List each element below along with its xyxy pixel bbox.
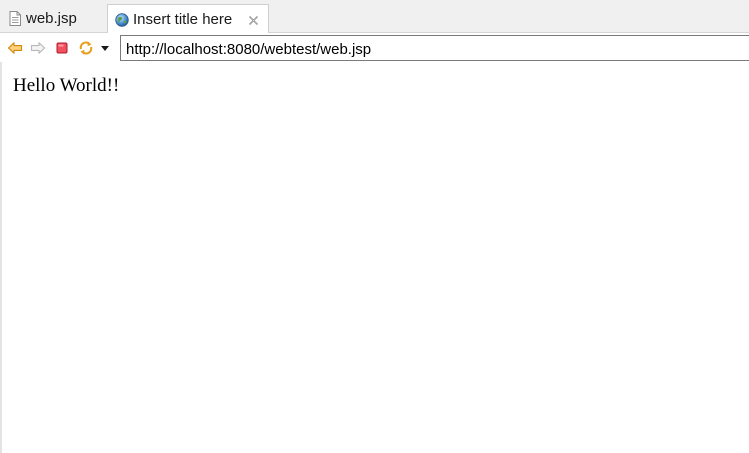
page-body-text: Hello World!! bbox=[13, 75, 120, 96]
tab-web-jsp[interactable]: web.jsp bbox=[0, 4, 107, 33]
globe-icon bbox=[115, 12, 129, 27]
tab-label: web.jsp bbox=[26, 10, 77, 27]
forward-arrow-icon[interactable] bbox=[30, 40, 46, 56]
stop-icon[interactable] bbox=[54, 40, 70, 56]
refresh-icon[interactable] bbox=[78, 40, 94, 56]
tab-insert-title-here[interactable]: Insert title here bbox=[107, 4, 269, 34]
file-icon bbox=[9, 11, 21, 26]
back-arrow-icon[interactable] bbox=[7, 40, 23, 56]
close-icon[interactable] bbox=[248, 13, 259, 25]
tab-bar: web.jsp Insert title here bbox=[0, 0, 749, 34]
tab-label: Insert title here bbox=[133, 11, 233, 28]
page-content: Hello World!! bbox=[0, 62, 749, 453]
url-input[interactable] bbox=[120, 35, 749, 61]
dropdown-arrow-icon[interactable] bbox=[99, 40, 115, 56]
browser-toolbar bbox=[0, 33, 749, 62]
